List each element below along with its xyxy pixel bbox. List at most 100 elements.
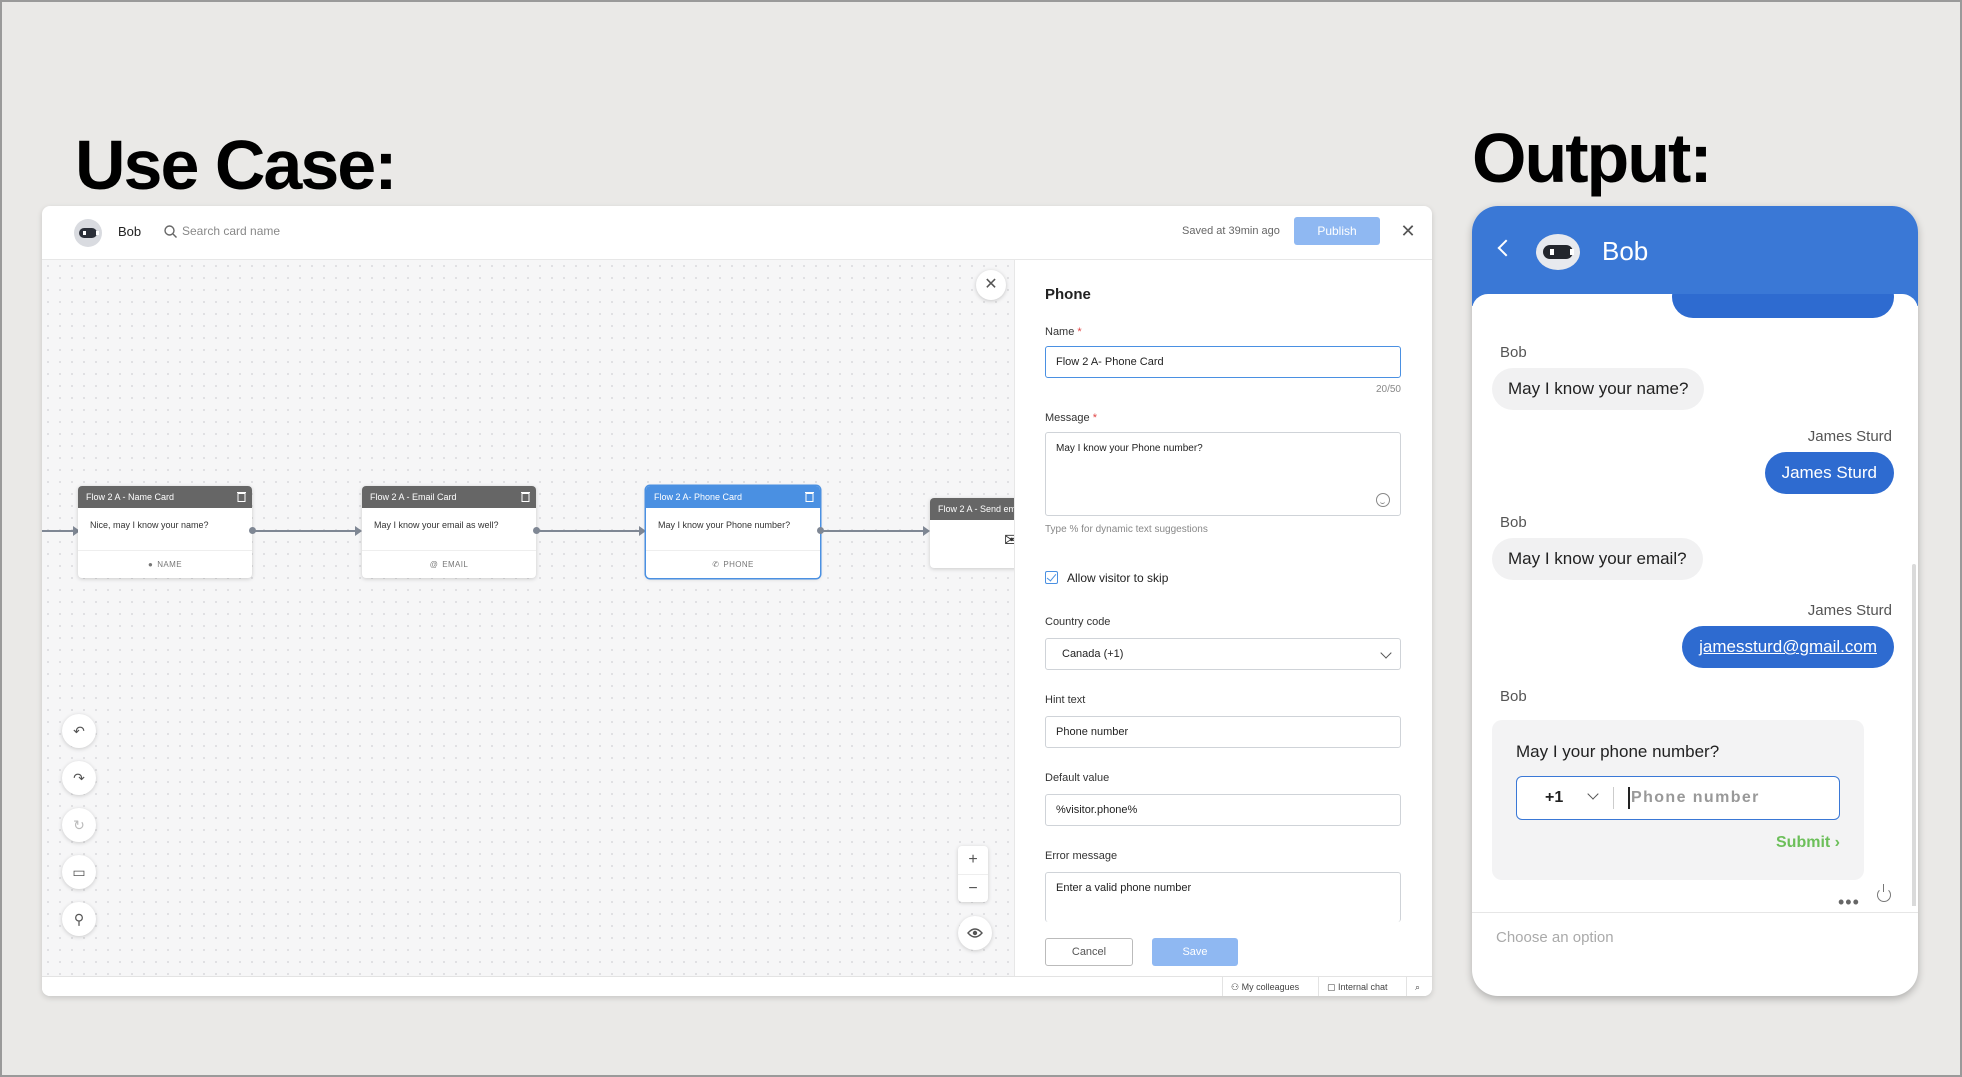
error-message-label: Error message bbox=[1045, 850, 1118, 862]
chat-widget: Bob Bob May I know your name? James Stur… bbox=[1472, 206, 1918, 996]
bot-message: May I know your email? bbox=[1492, 538, 1703, 580]
connector bbox=[820, 526, 930, 536]
builder-topbar: Bob Search card name Saved at 39min ago … bbox=[42, 206, 1432, 260]
close-panel-icon[interactable]: ✕ bbox=[976, 270, 1006, 300]
preview-screen-button[interactable]: ▭ bbox=[62, 855, 96, 889]
node-message: May I know your Phone number? bbox=[658, 520, 791, 530]
bot-avatar bbox=[74, 219, 102, 247]
flow-node-name-card[interactable]: Flow 2 A - Name Card Nice, may I know yo… bbox=[78, 486, 252, 578]
default-value-label: Default value bbox=[1045, 772, 1110, 784]
message-sender: Bob bbox=[1500, 688, 1527, 705]
country-code-select[interactable]: +1 bbox=[1545, 789, 1563, 807]
visitor-message: James Sturd bbox=[1764, 452, 1894, 494]
search-card-input[interactable]: Search card name bbox=[182, 224, 280, 238]
country-code-select[interactable]: Canada (+1) bbox=[1045, 638, 1401, 670]
cancel-button[interactable]: Cancel bbox=[1045, 938, 1133, 966]
choose-option-input[interactable]: Choose an option bbox=[1496, 929, 1614, 946]
country-code-label: Country code bbox=[1045, 616, 1111, 628]
default-value-field[interactable]: %visitor.phone% bbox=[1045, 794, 1401, 826]
name-char-counter: 20/50 bbox=[1375, 384, 1401, 395]
message-text: May I know your Phone number? bbox=[1056, 443, 1203, 454]
eye-icon[interactable] bbox=[958, 916, 992, 950]
flow-node-phone-card[interactable]: Flow 2 A- Phone Card May I know your Pho… bbox=[646, 486, 820, 578]
my-colleagues-link[interactable]: ⚇ My colleagues bbox=[1222, 977, 1318, 996]
hint-text-label: Hint text bbox=[1045, 694, 1086, 706]
publish-button[interactable]: Publish bbox=[1294, 217, 1380, 245]
search-icon bbox=[164, 225, 177, 238]
trash-icon[interactable] bbox=[237, 491, 246, 502]
phone-icon: ✆ bbox=[712, 560, 720, 569]
chat-icon: ▢ bbox=[1327, 982, 1339, 992]
flow-node-send-email[interactable]: Flow 2 A - Send em ✉ bbox=[930, 498, 1014, 568]
divider bbox=[1613, 787, 1614, 809]
zoom-out-button[interactable]: − bbox=[958, 874, 988, 902]
submit-button[interactable]: Submit › bbox=[1776, 834, 1840, 852]
message-hint: Type % for dynamic text suggestions bbox=[1045, 524, 1208, 535]
bot-name: Bob bbox=[118, 224, 142, 239]
phone-input-field[interactable]: +1 Phone number bbox=[1516, 776, 1840, 820]
chevron-down-icon[interactable] bbox=[1587, 788, 1599, 800]
message-sender: Bob bbox=[1500, 344, 1527, 361]
allow-skip-checkbox[interactable] bbox=[1045, 571, 1058, 584]
pin-button[interactable]: ⚲ bbox=[62, 902, 96, 936]
phone-input-card: May I your phone number? +1 Phone number… bbox=[1492, 720, 1864, 880]
saved-status: Saved at 39min ago bbox=[1182, 225, 1280, 237]
bot-builder-window: Bob Search card name Saved at 39min ago … bbox=[42, 206, 1432, 996]
message-textarea[interactable]: May I know your Phone number? bbox=[1045, 432, 1401, 516]
status-bar: ⚇ My colleagues ▢ Internal chat ⌕ bbox=[42, 976, 1432, 996]
mail-icon: ✉ bbox=[1004, 530, 1014, 550]
save-button[interactable]: Save bbox=[1152, 938, 1238, 966]
close-icon[interactable]: ✕ bbox=[1398, 221, 1418, 241]
trash-icon[interactable] bbox=[521, 491, 530, 502]
connector bbox=[536, 526, 646, 536]
zoom-controls: + − bbox=[958, 846, 988, 902]
output-heading: Output: bbox=[1472, 119, 1713, 197]
hint-text-field[interactable]: Phone number bbox=[1045, 716, 1401, 748]
chat-header: Bob bbox=[1472, 206, 1918, 306]
country-code-value: Canada (+1) bbox=[1062, 648, 1124, 660]
chat-scrollbar[interactable] bbox=[1912, 564, 1916, 906]
more-options-icon[interactable]: ••• bbox=[1838, 892, 1860, 913]
visitor-email-link[interactable]: jamessturd@gmail.com bbox=[1682, 626, 1894, 668]
person-icon: ● bbox=[148, 560, 154, 569]
at-icon: @ bbox=[429, 560, 439, 569]
phone-question: May I your phone number? bbox=[1516, 742, 1720, 761]
node-title: Flow 2 A - Name Card bbox=[86, 492, 175, 502]
name-label: Name * bbox=[1045, 326, 1082, 338]
message-sender: James Sturd bbox=[1807, 602, 1892, 619]
phone-number-input[interactable]: Phone number bbox=[1631, 789, 1760, 807]
connector bbox=[42, 526, 80, 536]
colleagues-icon: ⚇ bbox=[1231, 982, 1242, 992]
chat-bot-name: Bob bbox=[1602, 236, 1649, 266]
card-name-field[interactable]: Flow 2 A- Phone Card bbox=[1045, 346, 1401, 378]
search-icon[interactable]: ⌕ bbox=[1406, 977, 1432, 996]
message-sender: Bob bbox=[1500, 514, 1527, 531]
flow-canvas[interactable]: ✕ Flow 2 A - Name Card Nice, may I know … bbox=[42, 260, 1014, 976]
trash-icon[interactable] bbox=[805, 491, 814, 502]
power-icon[interactable] bbox=[1877, 884, 1891, 902]
refresh-button[interactable]: ↻ bbox=[62, 808, 96, 842]
bot-message: May I know your name? bbox=[1492, 368, 1705, 410]
message-sender: James Sturd bbox=[1807, 428, 1892, 445]
undo-button[interactable]: ↶ bbox=[62, 714, 96, 748]
node-title: Flow 2 A - Send em bbox=[938, 504, 1014, 514]
flow-node-email-card[interactable]: Flow 2 A - Email Card May I know your em… bbox=[362, 486, 536, 578]
redo-button[interactable]: ↷ bbox=[62, 761, 96, 795]
node-message: Nice, may I know your name? bbox=[90, 520, 209, 530]
node-message: May I know your email as well? bbox=[374, 520, 499, 530]
back-icon[interactable] bbox=[1497, 239, 1515, 257]
panel-title: Phone bbox=[1045, 286, 1091, 303]
node-type: NAME bbox=[157, 560, 182, 569]
use-case-heading: Use Case: bbox=[75, 126, 398, 204]
internal-chat-link[interactable]: ▢ Internal chat bbox=[1318, 977, 1406, 996]
error-message-field[interactable]: Enter a valid phone number bbox=[1045, 872, 1401, 922]
zoom-in-button[interactable]: + bbox=[958, 846, 988, 874]
allow-skip-label: Allow visitor to skip bbox=[1067, 571, 1169, 585]
connector bbox=[252, 526, 362, 536]
emoji-icon[interactable] bbox=[1376, 493, 1390, 507]
chevron-down-icon bbox=[1380, 647, 1392, 659]
text-caret bbox=[1628, 787, 1630, 809]
chat-footer: Choose an option bbox=[1472, 912, 1918, 996]
chat-messages[interactable]: Bob May I know your name? James Sturd Ja… bbox=[1472, 294, 1918, 906]
node-title: Flow 2 A- Phone Card bbox=[654, 492, 743, 502]
